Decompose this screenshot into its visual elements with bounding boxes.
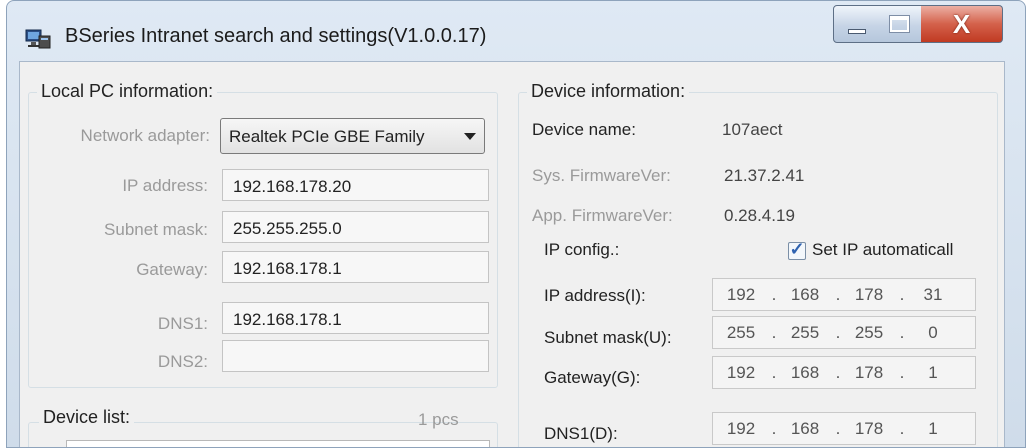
device-ip-label: IP address(I): xyxy=(544,286,646,305)
dns1-octet[interactable]: 178 xyxy=(849,419,889,439)
dns1-octet[interactable]: 1 xyxy=(913,419,953,439)
checkmark-icon: ✓ xyxy=(789,239,805,259)
title-bar[interactable]: BSeries Intranet search and settings(V1.… xyxy=(7,1,1025,61)
app-firmware-value: 0.28.4.19 xyxy=(724,206,795,225)
device-subnet-input[interactable]: 255 . 255 . 255 . 0 xyxy=(712,316,976,349)
device-list-title: Device list: xyxy=(39,407,135,428)
gateway-octet[interactable]: 178 xyxy=(849,363,889,383)
gateway-field[interactable]: 192.168.178.1 xyxy=(222,251,489,283)
network-computer-icon xyxy=(25,29,51,49)
octet-separator: . xyxy=(771,323,777,342)
subnet-octet[interactable]: 255 xyxy=(721,323,761,343)
gateway-label: Gateway: xyxy=(136,260,208,279)
device-gateway-input[interactable]: 192 . 168 . 178 . 1 xyxy=(712,356,976,389)
octet-separator: . xyxy=(899,323,905,342)
device-info-group-title: Device information: xyxy=(527,81,690,102)
device-list[interactable] xyxy=(66,440,490,447)
subnet-mask-label: Subnet mask: xyxy=(104,220,208,239)
gateway-octet[interactable]: 168 xyxy=(785,363,825,383)
window-title: BSeries Intranet search and settings(V1.… xyxy=(65,25,487,47)
octet-separator: . xyxy=(835,285,841,304)
network-adapter-label: Network adapter: xyxy=(80,126,210,145)
ip-config-label: IP config.: xyxy=(544,240,620,259)
dns1-field[interactable]: 192.168.178.1 xyxy=(222,302,489,334)
app-firmware-label: App. FirmwareVer: xyxy=(532,206,673,225)
device-name-value: 107aect xyxy=(722,120,783,139)
device-ip-input[interactable]: 192 . 168 . 178 . 31 xyxy=(712,278,976,311)
auto-ip-checkbox[interactable]: ✓ xyxy=(788,239,806,260)
device-count: 1 pcs xyxy=(418,410,459,429)
sys-firmware-label: Sys. FirmwareVer: xyxy=(532,166,671,185)
chevron-down-icon xyxy=(464,133,476,140)
subnet-mask-field[interactable]: 255.255.255.0 xyxy=(222,211,489,243)
octet-separator: . xyxy=(835,323,841,342)
ip-octet[interactable]: 168 xyxy=(785,285,825,305)
device-gateway-label: Gateway(G): xyxy=(544,368,641,387)
network-adapter-value: Realtek PCIe GBE Family xyxy=(229,127,425,146)
device-subnet-label: Subnet mask(U): xyxy=(544,328,672,347)
octet-separator: . xyxy=(771,285,777,304)
dns1-octet[interactable]: 192 xyxy=(721,419,761,439)
ip-address-label: IP address: xyxy=(122,176,208,195)
device-info-group: Device information: xyxy=(518,81,998,447)
subnet-octet[interactable]: 255 xyxy=(785,323,825,343)
maximize-button[interactable] xyxy=(878,5,922,43)
device-name-label: Device name: xyxy=(532,120,636,139)
subnet-octet[interactable]: 0 xyxy=(913,323,953,343)
ip-address-field[interactable]: 192.168.178.20 xyxy=(222,169,489,201)
device-dns1-input[interactable]: 192 . 168 . 178 . 1 xyxy=(712,412,976,445)
ip-octet[interactable]: 178 xyxy=(849,285,889,305)
minimize-icon xyxy=(848,29,866,34)
subnet-octet[interactable]: 255 xyxy=(849,323,889,343)
octet-separator: . xyxy=(771,363,777,382)
dns2-label: DNS2: xyxy=(157,352,208,371)
gateway-octet[interactable]: 1 xyxy=(913,363,953,383)
dns1-label: DNS1: xyxy=(157,314,208,333)
gateway-octet[interactable]: 192 xyxy=(721,363,761,383)
device-dns1-label: DNS1(D): xyxy=(544,424,618,443)
dns1-octet[interactable]: 168 xyxy=(785,419,825,439)
ip-octet[interactable]: 192 xyxy=(721,285,761,305)
client-area: Local PC information: Network adapter: R… xyxy=(19,61,1005,447)
octet-separator: . xyxy=(835,419,841,438)
close-icon: X xyxy=(952,8,971,39)
local-pc-group-title: Local PC information: xyxy=(37,81,218,102)
close-button[interactable]: X xyxy=(921,5,1003,43)
octet-separator: . xyxy=(899,363,905,382)
octet-separator: . xyxy=(835,363,841,382)
app-window: BSeries Intranet search and settings(V1.… xyxy=(6,0,1026,448)
minimize-button[interactable] xyxy=(833,5,879,43)
maximize-icon xyxy=(889,15,910,33)
auto-ip-label[interactable]: Set IP automaticall xyxy=(812,240,992,260)
network-adapter-select[interactable]: Realtek PCIe GBE Family xyxy=(220,118,485,154)
ip-octet[interactable]: 31 xyxy=(913,285,953,305)
sys-firmware-value: 21.37.2.41 xyxy=(724,166,805,185)
octet-separator: . xyxy=(899,285,905,304)
octet-separator: . xyxy=(771,419,777,438)
dns2-field[interactable] xyxy=(222,340,489,372)
octet-separator: . xyxy=(899,419,905,438)
